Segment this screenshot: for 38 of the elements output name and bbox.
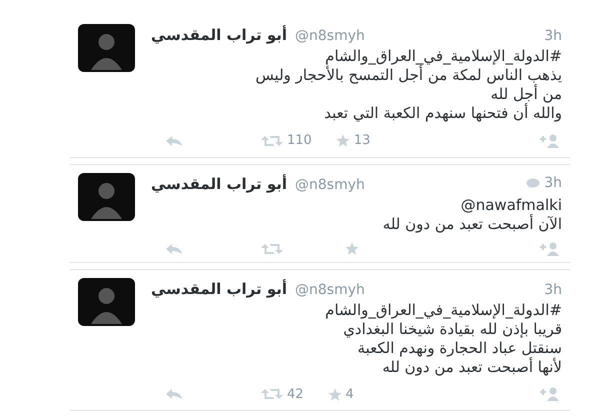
- user-handle[interactable]: @n8smyh: [295, 280, 365, 300]
- star-icon[interactable]: [336, 134, 350, 148]
- tweet-text: والله أن فتحنها سنهدم الكعبة التي تعبد: [323, 104, 562, 123]
- follow-icon[interactable]: [540, 387, 560, 402]
- star-icon[interactable]: [345, 242, 359, 255]
- user-name[interactable]: أبو تراب المقدسي: [151, 24, 288, 46]
- reply-icon[interactable]: [165, 388, 183, 400]
- retweet-count: 110: [287, 132, 312, 150]
- tweet-text: #الدولة_الإسلامية_في_العراق_والشام: [324, 300, 562, 320]
- retweet-icon[interactable]: [261, 134, 283, 147]
- user-name[interactable]: أبو تراب المقدسي: [151, 172, 288, 195]
- tweet-time[interactable]: 3h: [544, 280, 562, 300]
- follow-icon[interactable]: [540, 134, 560, 148]
- tweet-text: @nawafmalki: [460, 196, 562, 214]
- retweet-icon[interactable]: [261, 388, 283, 400]
- avatar-icon[interactable]: [78, 172, 135, 220]
- user-handle[interactable]: @n8smyh: [295, 174, 365, 196]
- tweet-time[interactable]: 3h: [544, 26, 562, 47]
- star-icon[interactable]: [328, 388, 342, 401]
- user-name[interactable]: أبو تراب المقدسي: [151, 278, 288, 300]
- speech-bubble-icon[interactable]: [526, 178, 540, 188]
- favorite-count: 4: [346, 386, 354, 404]
- retweet-count: 42: [287, 386, 304, 404]
- reply-icon[interactable]: [165, 134, 183, 147]
- tweet-text: قريبا بإذن لله بقيادة شيخنا البغدادي: [342, 320, 562, 338]
- tweet-time[interactable]: 3h: [544, 172, 562, 194]
- retweet-icon[interactable]: [261, 242, 283, 254]
- favorite-count: 13: [354, 132, 370, 150]
- tweet-text: يذهب الناس لمكة من أجل التمسح بالأحجار وليس: [254, 66, 562, 84]
- user-handle[interactable]: @n8smyh: [295, 26, 365, 47]
- tweet-text: سنقتل عباد الحجارة ونهدم الكعبة: [356, 338, 562, 357]
- reply-icon[interactable]: [165, 242, 183, 254]
- tweet-text: من أجل لله: [490, 85, 562, 103]
- tweet-text: لأنها أصبحت تعبد من دون لله: [381, 358, 562, 376]
- tweet-text: #الدولة_الإسلامية_في_العراق_والشام: [324, 47, 562, 65]
- tweet-text: الآن أصبحت تعبد من دون لله: [382, 214, 562, 234]
- follow-icon[interactable]: [540, 242, 560, 256]
- avatar-icon[interactable]: [78, 278, 135, 326]
